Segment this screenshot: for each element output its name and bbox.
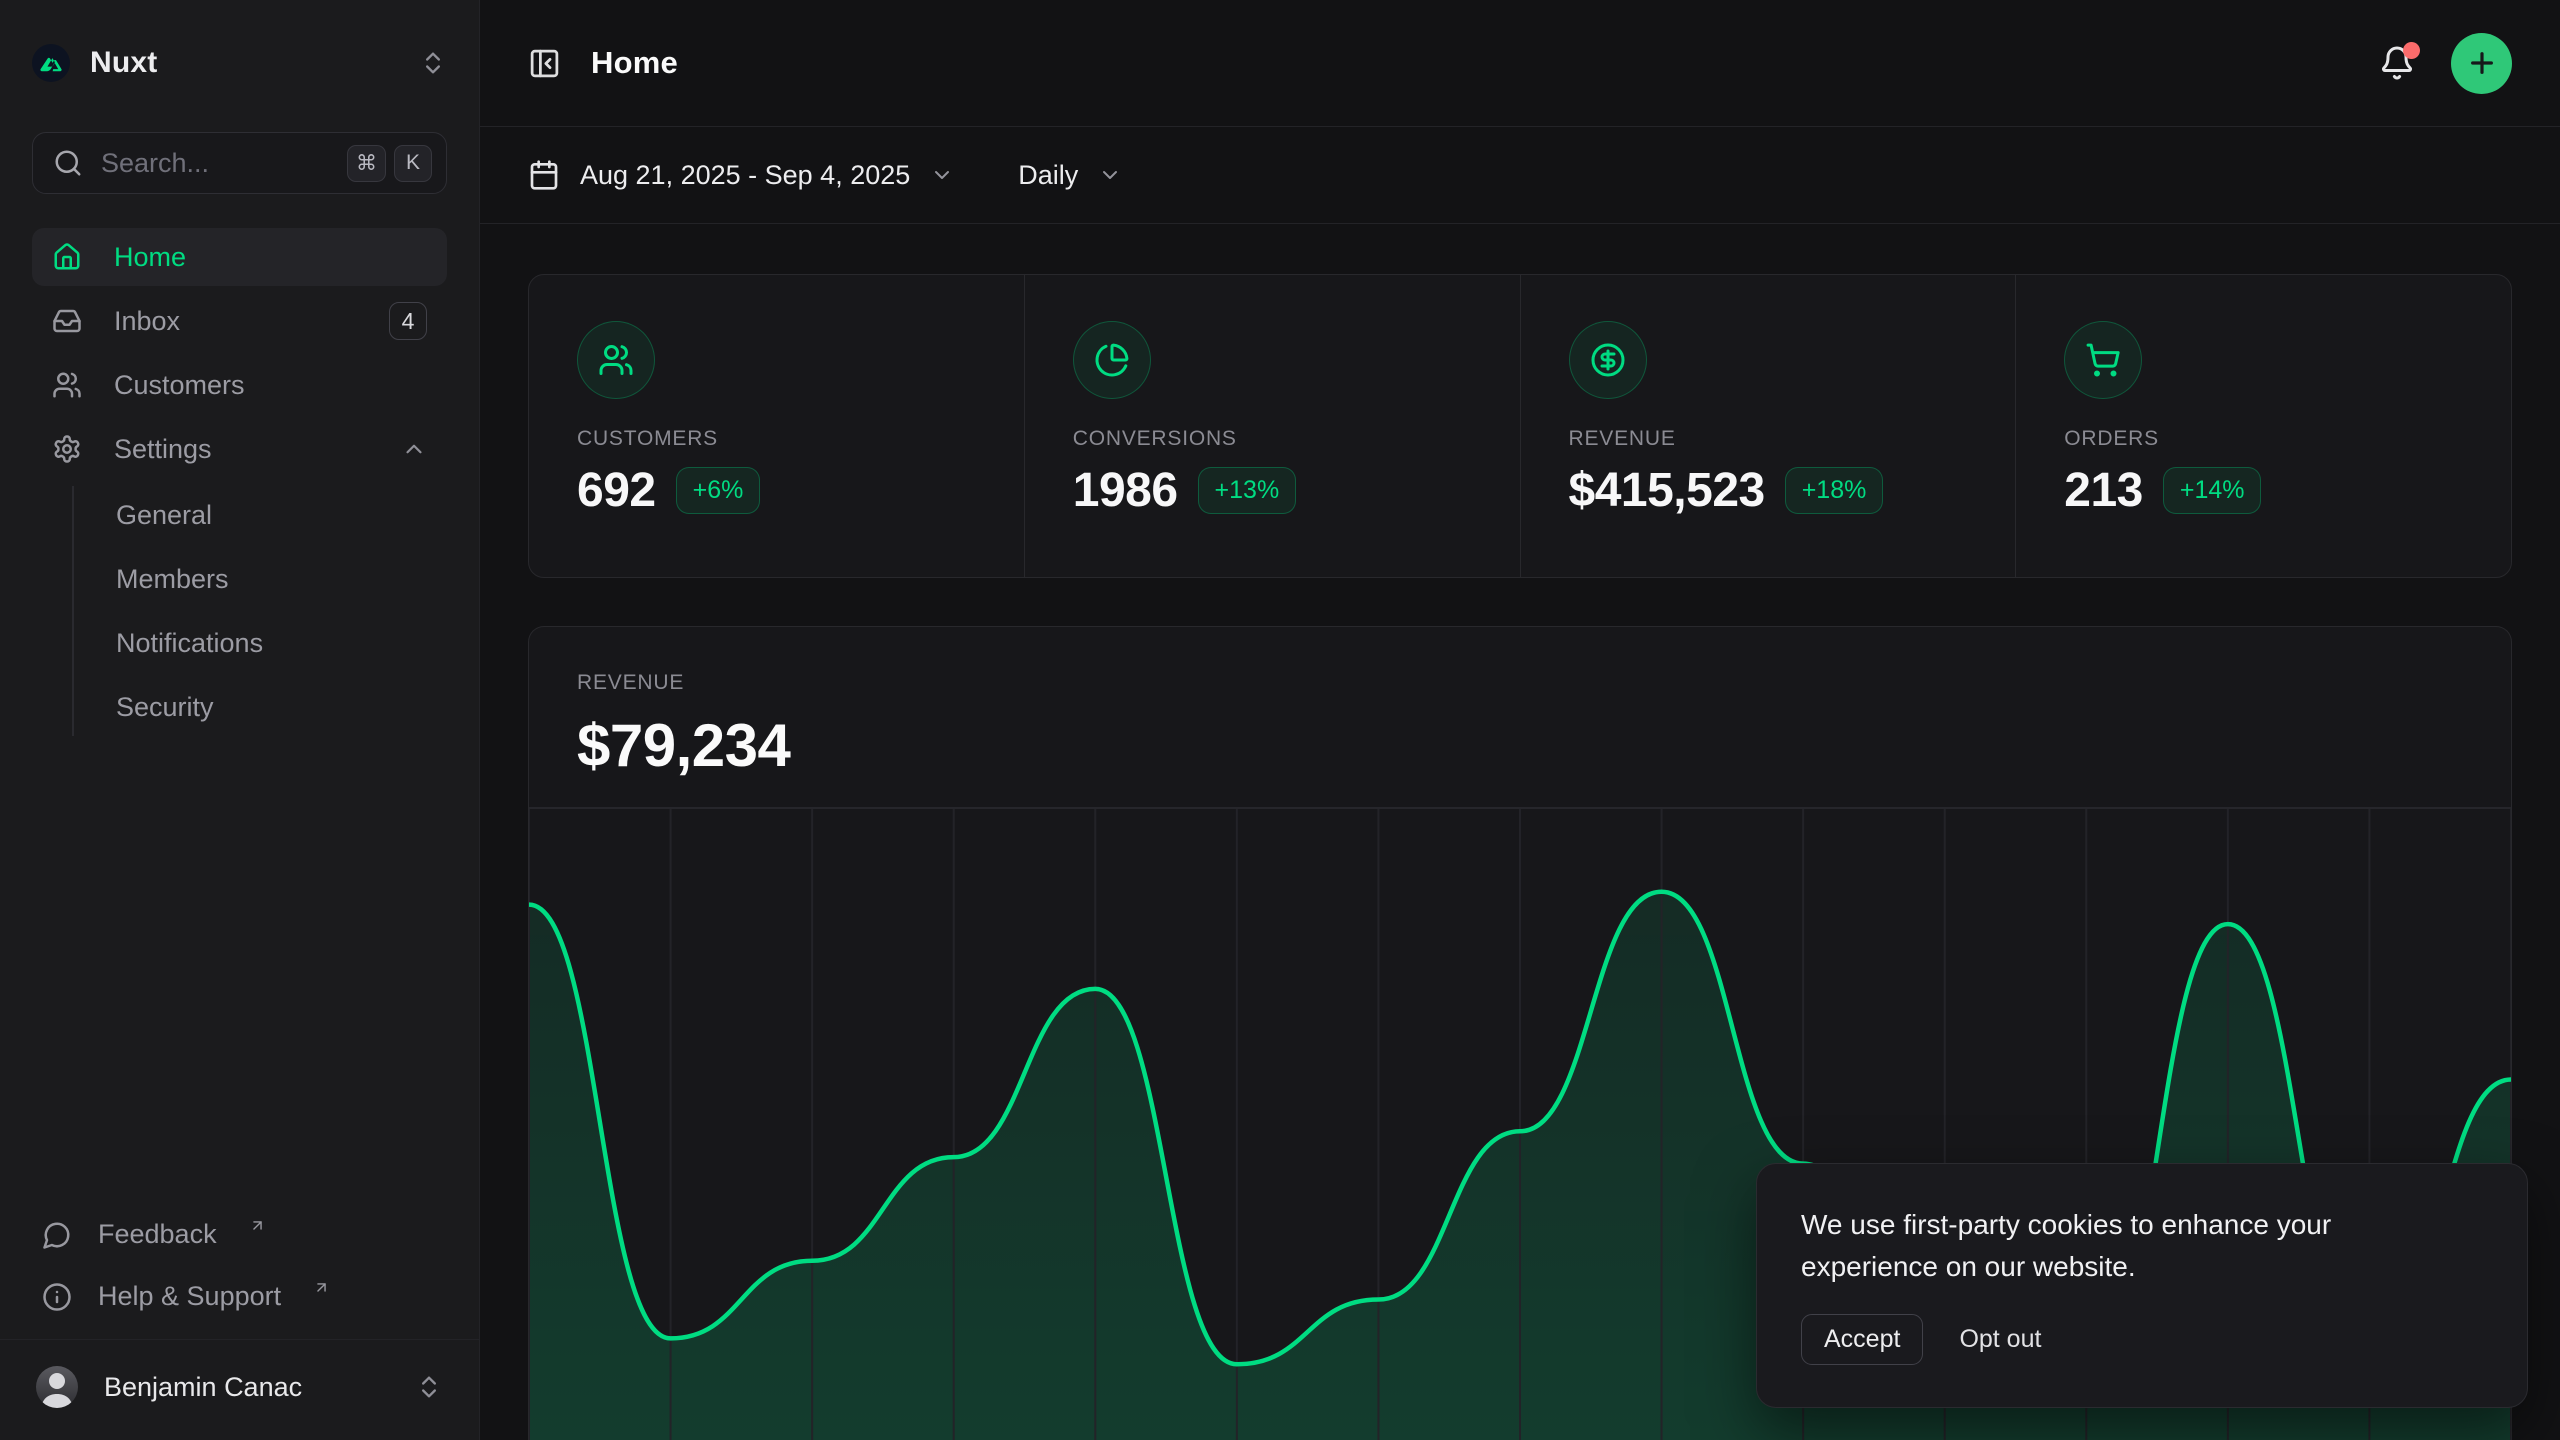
chevron-up-icon (401, 436, 427, 462)
workspace-switcher[interactable]: Nuxt (32, 44, 157, 82)
stat-conversions[interactable]: CONVERSIONS 1986 +13% (1024, 275, 1520, 577)
sidebar-nav: Home Inbox 4 Customers Settings (32, 228, 447, 736)
avatar (36, 1366, 78, 1408)
kbd-cmd: ⌘ (347, 145, 386, 182)
sidebar-item-label: Inbox (114, 306, 357, 337)
chevrons-up-down-icon (419, 49, 447, 77)
cookie-actions: Accept Opt out (1801, 1314, 2483, 1365)
search-placeholder: Search... (101, 148, 329, 179)
notifications-button[interactable] (2379, 45, 2415, 81)
stat-label: CUSTOMERS (577, 427, 976, 451)
user-menu[interactable]: Benjamin Canac (32, 1340, 447, 1434)
calendar-icon (528, 159, 560, 191)
stats-panel: CUSTOMERS 692 +6% CONVERSIONS 1986 +13% (528, 274, 2512, 578)
sidebar-footer: Feedback Help & Support (32, 1207, 447, 1325)
feedback-label: Feedback (98, 1219, 217, 1250)
search-input[interactable]: Search... ⌘ K (32, 132, 447, 194)
date-range-picker[interactable]: Aug 21, 2025 - Sep 4, 2025 (528, 159, 954, 191)
revenue-chart-total: $79,234 (577, 711, 2463, 780)
stat-value: $415,523 (1569, 463, 1765, 518)
sidebar-item-inbox[interactable]: Inbox 4 (32, 292, 447, 350)
stat-label: ORDERS (2064, 427, 2463, 451)
sidebar-item-notifications[interactable]: Notifications (104, 614, 447, 672)
opt-out-button[interactable]: Opt out (1959, 1325, 2041, 1354)
page-title: Home (591, 45, 678, 81)
granularity-value: Daily (1018, 160, 1078, 191)
external-link-icon (313, 1279, 330, 1296)
users-icon (577, 321, 655, 399)
chevron-down-icon (930, 163, 954, 187)
sidebar-item-settings[interactable]: Settings (32, 420, 447, 478)
panel-left-close-icon (528, 47, 561, 80)
filters-toolbar: Aug 21, 2025 - Sep 4, 2025 Daily (480, 127, 2560, 224)
sidebar-item-security[interactable]: Security (104, 678, 447, 736)
header-actions (2379, 33, 2512, 94)
sidebar-item-members[interactable]: Members (104, 550, 447, 608)
kbd-k: K (394, 145, 432, 182)
collapse-sidebar-button[interactable] (528, 47, 561, 80)
house-icon (52, 242, 82, 272)
inbox-count-badge: 4 (389, 302, 427, 340)
help-support-label: Help & Support (98, 1281, 281, 1312)
stat-label: REVENUE (1569, 427, 1968, 451)
chevron-down-icon (1098, 163, 1122, 187)
stat-customers[interactable]: CUSTOMERS 692 +6% (529, 275, 1024, 577)
sidebar-item-label: Customers (114, 370, 427, 401)
pie-chart-icon (1073, 321, 1151, 399)
inbox-icon (52, 306, 82, 336)
nuxt-logo-icon (32, 44, 70, 82)
sidebar: Nuxt Search... ⌘ K Home (0, 0, 480, 1440)
cookie-banner: We use first-party cookies to enhance yo… (1756, 1163, 2528, 1408)
plus-icon (2466, 47, 2498, 79)
search-shortcut: ⌘ K (347, 145, 432, 182)
shopping-cart-icon (2064, 321, 2142, 399)
sidebar-spacer (32, 736, 447, 1207)
stat-delta-badge: +14% (2163, 467, 2262, 514)
gear-icon (52, 434, 82, 464)
stat-delta-badge: +13% (1198, 467, 1297, 514)
help-support-link[interactable]: Help & Support (32, 1269, 447, 1325)
revenue-chart-label: REVENUE (577, 671, 2463, 695)
chevrons-up-down-icon (415, 1373, 443, 1401)
page-header: Home (480, 0, 2560, 127)
workspace-row: Nuxt (32, 38, 447, 88)
search-icon (53, 148, 83, 178)
settings-subnav: General Members Notifications Security (72, 486, 447, 736)
stat-label: CONVERSIONS (1073, 427, 1472, 451)
workspace-name: Nuxt (90, 46, 157, 80)
revenue-chart-header: REVENUE $79,234 (529, 627, 2511, 807)
sidebar-item-home[interactable]: Home (32, 228, 447, 286)
circle-dollar-icon (1569, 321, 1647, 399)
sidebar-item-customers[interactable]: Customers (32, 356, 447, 414)
sidebar-item-general[interactable]: General (104, 486, 447, 544)
sidebar-item-label: Home (114, 242, 427, 273)
stat-delta-badge: +6% (676, 467, 761, 514)
user-name: Benjamin Canac (104, 1372, 389, 1403)
info-circle-icon (42, 1282, 72, 1312)
notification-dot (2403, 42, 2420, 59)
stat-orders[interactable]: ORDERS 213 +14% (2015, 275, 2511, 577)
users-icon (52, 370, 82, 400)
stat-value: 692 (577, 463, 656, 518)
date-range-value: Aug 21, 2025 - Sep 4, 2025 (580, 160, 910, 191)
feedback-link[interactable]: Feedback (32, 1207, 447, 1263)
external-link-icon (249, 1217, 266, 1234)
message-circle-icon (42, 1220, 72, 1250)
cookie-message: We use first-party cookies to enhance yo… (1801, 1204, 2421, 1288)
accept-cookies-button[interactable]: Accept (1801, 1314, 1923, 1365)
sidebar-item-label: Settings (114, 434, 369, 465)
granularity-select[interactable]: Daily (1018, 160, 1122, 191)
stat-delta-badge: +18% (1785, 467, 1884, 514)
stat-value: 1986 (1073, 463, 1178, 518)
stat-revenue[interactable]: REVENUE $415,523 +18% (1520, 275, 2016, 577)
stat-value: 213 (2064, 463, 2143, 518)
add-button[interactable] (2451, 33, 2512, 94)
